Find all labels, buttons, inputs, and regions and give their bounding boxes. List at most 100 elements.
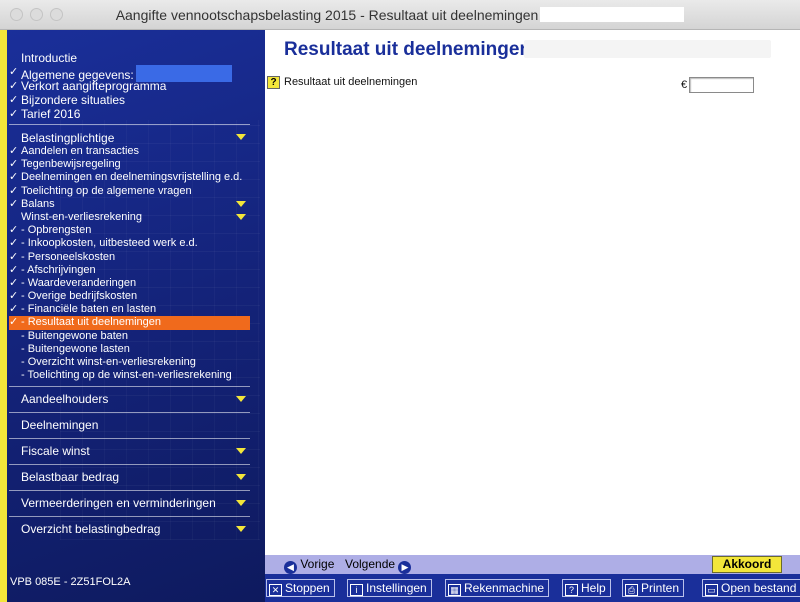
sidebar-item[interactable]: ✓ - Afschrijvingen: [9, 264, 250, 277]
check-icon: ✓: [9, 184, 19, 197]
sidebar-item[interactable]: ✓ - Personeelskosten: [9, 251, 250, 264]
sidebar-item-label: Verkort aangifteprogramma: [21, 79, 167, 93]
sidebar-section[interactable]: Belastbaar bedrag: [9, 465, 250, 489]
check-icon: ✓: [9, 290, 19, 303]
sidebar-item-bijzondere-situaties[interactable]: ✓ Bijzondere situaties: [9, 93, 250, 107]
sidebar-item-label: Aandelen en transacties: [21, 145, 140, 157]
sidebar-section-label: Belastbaar bedrag: [21, 470, 120, 484]
check-icon: ✓: [9, 66, 19, 78]
printen-button[interactable]: ⎙ Printen: [622, 579, 685, 597]
sidebar-item-label: - Buitengewone lasten: [21, 342, 130, 355]
sidebar-item[interactable]: - Buitengewone baten: [9, 330, 250, 343]
stoppen-label: Stoppen: [285, 581, 330, 595]
sidebar-item[interactable]: - Overzicht winst-en-verliesrekening: [9, 356, 250, 369]
akkoord-button[interactable]: Akkoord: [712, 556, 782, 573]
help-label: Help: [581, 581, 606, 595]
sidebar-item[interactable]: ✓ Deelnemingen en deelnemingsvrijstelling…: [9, 171, 250, 184]
sidebar-section-label: Overzicht belastingbedrag: [21, 522, 161, 536]
help-icon: ?: [565, 584, 578, 596]
rekenmachine-button[interactable]: ▦ Rekenmachine: [445, 579, 550, 597]
check-icon: ✓: [9, 237, 19, 250]
sidebar-section[interactable]: Overzicht belastingbedrag: [9, 517, 250, 541]
sidebar-item[interactable]: ✓ Toelichting op de algemene vragen: [9, 185, 250, 198]
check-icon: ✓: [9, 316, 19, 329]
sidebar-item[interactable]: ✓ Balans: [9, 198, 250, 211]
window-titlebar: Aangifte vennootschapsbelasting 2015 - R…: [0, 0, 800, 30]
sidebar-item-list: ✓ Aandelen en transacties ✓ Tegenbewijsrege…: [9, 145, 250, 382]
sidebar-divider: [9, 124, 250, 125]
previous-button[interactable]: ◀ Vorige: [284, 556, 334, 574]
sidebar-section[interactable]: Fiscale winst: [9, 439, 250, 463]
form-code: VPB 085E - 2Z51FOL2A: [10, 576, 131, 588]
sidebar-item-label: Balans: [21, 197, 55, 210]
open-bestand-label: Open bestand: [721, 581, 797, 595]
navigation-bar: ◀ Vorige Volgende ▶ Akkoord: [265, 555, 800, 574]
rekenmachine-label: Rekenmachine: [464, 581, 545, 595]
sidebar-item-label: Toelichting op de algemene vragen: [21, 184, 192, 197]
sidebar-section-label: Deelnemingen: [21, 418, 99, 432]
sidebar-section-label: Fiscale winst: [21, 444, 90, 458]
sidebar-item[interactable]: ✓ - Financiële baten en lasten: [9, 303, 250, 316]
sidebar-accent-edge: [0, 30, 7, 602]
sidebar-item[interactable]: ✓ - Waardeveranderingen: [9, 277, 250, 290]
sidebar-item-algemene-gegevens[interactable]: ✓ Algemene gegevens:: [9, 65, 250, 82]
check-icon: ✓: [9, 276, 19, 289]
sidebar-item-label: Bijzondere situaties: [21, 93, 126, 107]
check-icon: ✓: [9, 197, 19, 210]
sidebar-section[interactable]: Deelnemingen: [9, 413, 250, 437]
instellingen-button[interactable]: i Instellingen: [347, 579, 432, 597]
sidebar-group-label: Belastingplichtige: [21, 131, 115, 145]
check-icon: ✓: [9, 303, 19, 316]
chevron-down-icon: [236, 200, 246, 207]
check-icon: ✓: [9, 80, 19, 92]
sidebar: Introductie ✓ Algemene gegevens: ✓ Verko…: [0, 30, 265, 602]
open-bestand-button[interactable]: ▭ Open bestand: [702, 579, 800, 597]
sidebar-item-tarief-2016[interactable]: ✓ Tarief 2016: [9, 107, 250, 121]
chevron-down-icon: [236, 396, 246, 402]
instellingen-label: Instellingen: [366, 581, 427, 595]
sidebar-item[interactable]: ✓ - Inkoopkosten, uitbesteed werk e.d.: [9, 237, 250, 250]
sidebar-item[interactable]: ✓ - Opbrengsten: [9, 224, 250, 237]
sidebar-item-label: - Personeelskosten: [21, 250, 116, 263]
sidebar-item[interactable]: - Toelichting op de winst-en-verliesreke…: [9, 369, 250, 382]
check-icon: ✓: [9, 158, 19, 171]
window-title: Aangifte vennootschapsbelasting 2015 - R…: [115, 7, 539, 23]
resultaat-deelnemingen-input[interactable]: [689, 77, 754, 93]
chevron-down-icon: [236, 134, 246, 140]
sidebar-item[interactable]: ✓ - Overige bedrijfskosten: [9, 290, 250, 303]
sidebar-item[interactable]: - Buitengewone lasten: [9, 343, 250, 356]
main-content: Resultaat uit deelnemingen ? Resultaat u…: [265, 30, 800, 555]
sidebar-item-label: - Overige bedrijfskosten: [21, 290, 138, 303]
printen-label: Printen: [641, 581, 680, 595]
sidebar-item-label: - Afschrijvingen: [21, 263, 96, 276]
sidebar-item-label: - Buitengewone baten: [21, 329, 129, 342]
currency-symbol: €: [681, 79, 688, 91]
help-button[interactable]: ? Help: [562, 579, 611, 597]
sidebar-item-verkort-aangifteprogramma[interactable]: ✓ Verkort aangifteprogramma: [9, 79, 250, 93]
sidebar-item-introductie[interactable]: Introductie: [9, 51, 250, 65]
sidebar-item-label: - Inkoopkosten, uitbesteed werk e.d.: [21, 237, 198, 250]
sidebar-item-label: - Waardeveranderingen: [21, 276, 137, 289]
sidebar-group-belastingplichtige[interactable]: Belastingplichtige: [9, 131, 250, 145]
help-icon[interactable]: ?: [267, 76, 280, 89]
next-button[interactable]: Volgende ▶: [345, 556, 412, 574]
sidebar-item[interactable]: ✓ - Resultaat uit deelnemingen: [9, 316, 250, 330]
chevron-down-icon: [236, 500, 246, 506]
calculator-icon: ▦: [448, 584, 461, 596]
window-title-container: Aangifte vennootschapsbelasting 2015 - R…: [0, 7, 800, 23]
stoppen-button[interactable]: ✕ Stoppen: [266, 579, 335, 597]
folder-icon: ▭: [705, 584, 718, 596]
next-label: Volgende: [345, 557, 396, 571]
sidebar-item-label: - Toelichting op de winst-en-verliesreke…: [21, 369, 232, 382]
sidebar-item[interactable]: ✓ Tegenbewijsregeling: [9, 158, 250, 171]
sidebar-item-label: Deelnemingen en deelnemingsvrijstelling …: [21, 171, 243, 184]
sidebar-item[interactable]: Winst-en-verliesrekening: [9, 211, 250, 224]
sidebar-section-label: Vermeerderingen en verminderingen: [21, 496, 216, 510]
info-icon: i: [350, 584, 363, 596]
sidebar-item[interactable]: ✓ Aandelen en transacties: [9, 145, 250, 158]
sidebar-section[interactable]: Vermeerderingen en verminderingen: [9, 491, 250, 515]
sidebar-section[interactable]: Aandeelhouders: [9, 387, 250, 411]
sidebar-item-label: Winst-en-verliesrekening: [21, 210, 143, 223]
arrow-right-icon: ▶: [398, 561, 412, 574]
title-redacted-field: [524, 40, 771, 58]
